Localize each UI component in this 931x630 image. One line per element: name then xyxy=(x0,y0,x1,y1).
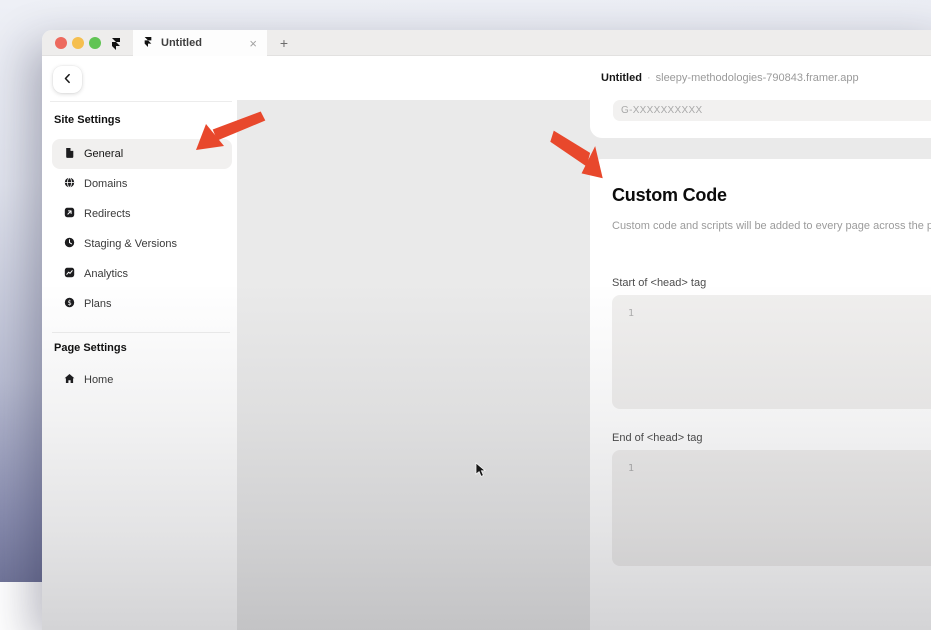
breadcrumb: Untitled · sleepy-methodologies-790843.fra… xyxy=(601,72,859,84)
dollar-icon: $ xyxy=(64,295,75,313)
tab-untitled[interactable]: Untitled × xyxy=(133,30,267,56)
sidebar-divider xyxy=(50,101,232,102)
back-button[interactable] xyxy=(53,66,82,93)
settings-header-bar: Untitled · sleepy-methodologies-790843.fra… xyxy=(237,57,931,100)
separator-dot: · xyxy=(647,72,651,84)
google-analytics-id-input[interactable] xyxy=(613,100,931,121)
sidebar-item-home[interactable]: Home xyxy=(52,365,232,395)
end-of-head-code-editor[interactable]: 1 xyxy=(612,450,931,566)
page-settings-heading: Page Settings xyxy=(54,342,232,354)
framer-logo-icon[interactable] xyxy=(110,37,122,55)
zoom-window-button[interactable] xyxy=(89,37,101,49)
close-window-button[interactable] xyxy=(55,37,67,49)
clock-icon xyxy=(64,235,75,253)
custom-code-card: Custom Code Custom code and scripts will… xyxy=(590,159,931,630)
tab-bar: Untitled × + xyxy=(42,30,931,56)
sidebar-item-plans[interactable]: $ Plans xyxy=(52,289,232,319)
sidebar-item-label: General xyxy=(84,148,123,160)
sidebar-item-label: Domains xyxy=(84,178,127,190)
site-domain[interactable]: sleepy-methodologies-790843.framer.app xyxy=(656,72,859,84)
chart-icon xyxy=(64,265,75,283)
sidebar-item-label: Plans xyxy=(84,298,112,310)
tab-close-icon[interactable]: × xyxy=(249,37,257,50)
analytics-card-bottom xyxy=(590,97,931,138)
document-icon xyxy=(64,145,75,163)
sidebar-item-staging-versions[interactable]: Staging & Versions xyxy=(52,229,232,259)
custom-code-description: Custom code and scripts will be added to… xyxy=(612,219,931,233)
sidebar-item-label: Home xyxy=(84,374,113,386)
globe-icon xyxy=(64,175,75,193)
svg-text:$: $ xyxy=(67,299,71,307)
new-tab-button[interactable]: + xyxy=(273,30,295,56)
tab-title: Untitled xyxy=(161,37,202,49)
minimize-window-button[interactable] xyxy=(72,37,84,49)
sidebar-item-label: Redirects xyxy=(84,208,130,220)
sidebar-item-label: Staging & Versions xyxy=(84,238,177,250)
window-controls xyxy=(55,30,101,55)
framer-app-window: Untitled × + Site Settings xyxy=(42,30,931,630)
sidebar-item-redirects[interactable]: Redirects xyxy=(52,199,232,229)
sidebar-item-analytics[interactable]: Analytics xyxy=(52,259,232,289)
tab-framer-icon xyxy=(143,34,153,52)
annotation-arrow-custom-code xyxy=(549,130,605,187)
sidebar-divider xyxy=(52,332,230,333)
home-icon xyxy=(64,371,75,389)
sidebar-item-domains[interactable]: Domains xyxy=(52,169,232,199)
sidebar-item-label: Analytics xyxy=(84,268,128,280)
sidebar-nav: General Domains xyxy=(52,139,232,395)
mouse-cursor xyxy=(475,462,486,483)
start-of-head-label: Start of <head> tag xyxy=(612,276,931,290)
site-title: Untitled xyxy=(601,72,642,84)
line-number: 1 xyxy=(628,308,634,319)
end-of-head-label: End of <head> tag xyxy=(612,431,931,445)
annotation-arrow-general xyxy=(193,111,267,158)
redirect-arrow-icon xyxy=(64,205,75,223)
start-of-head-code-editor[interactable]: 1 xyxy=(612,295,931,409)
chevron-left-icon xyxy=(63,71,72,89)
line-number: 1 xyxy=(628,463,634,474)
custom-code-title: Custom Code xyxy=(612,159,931,205)
settings-page: Site Settings General xyxy=(42,57,931,630)
site-settings-heading: Site Settings xyxy=(54,114,121,126)
